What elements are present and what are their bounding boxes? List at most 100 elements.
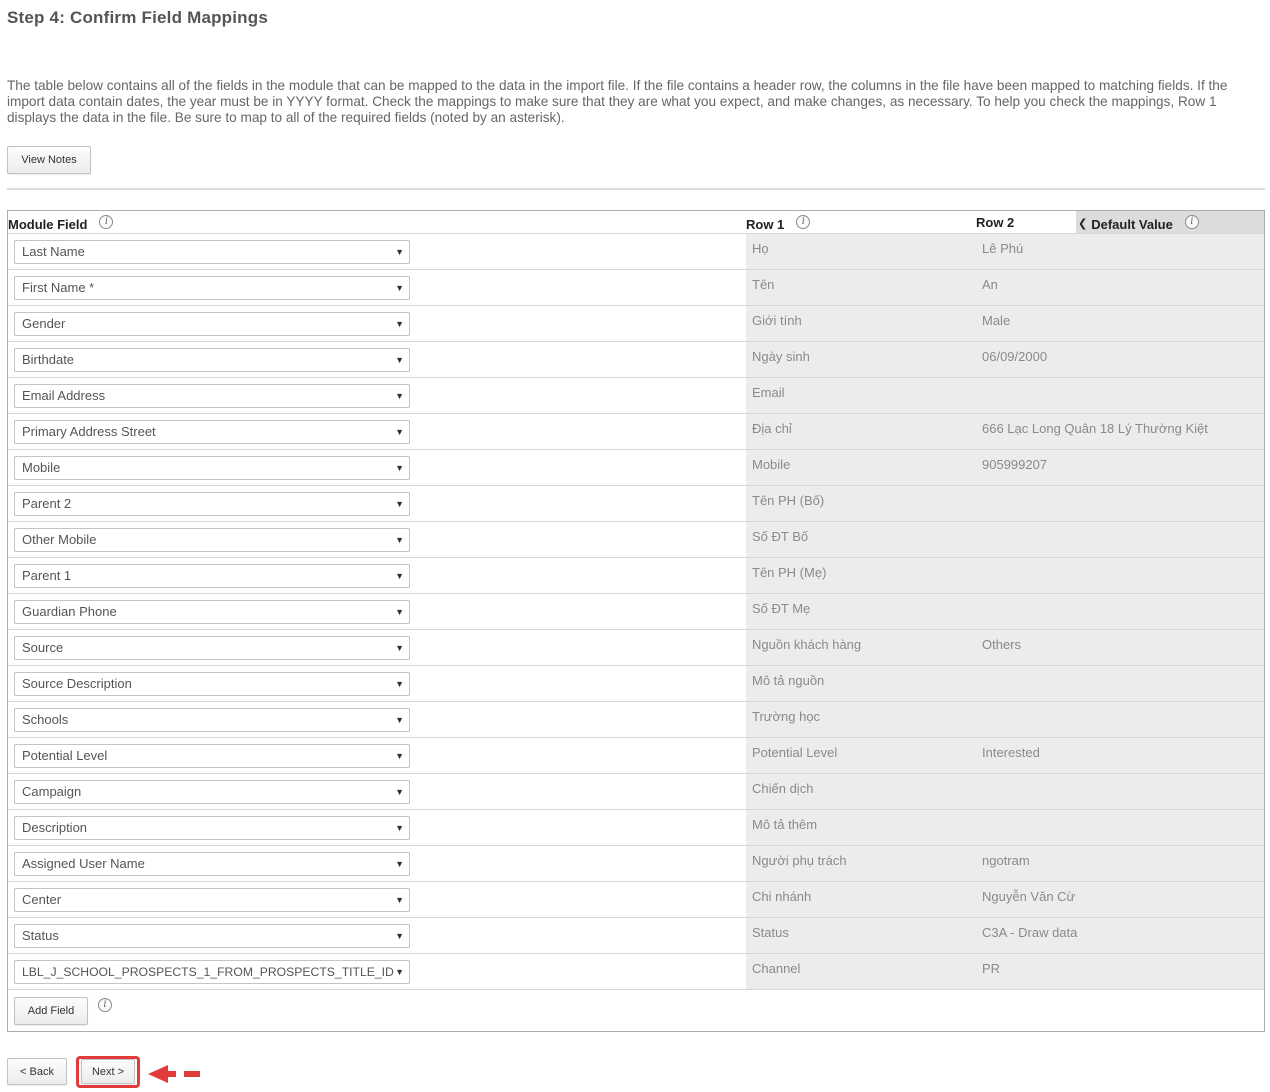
field-select[interactable]: Potential Level ▼: [14, 744, 410, 768]
dropdown-arrow-icon: ▼: [395, 283, 404, 293]
field-select[interactable]: Parent 2 ▼: [14, 492, 410, 516]
table-row: Birthdate ▼ Ngày sinh 06/09/2000: [8, 341, 1264, 377]
row2-cell: Lê Phú: [982, 241, 1024, 256]
field-select[interactable]: Guardian Phone ▼: [14, 600, 410, 624]
row1-cell: Số ĐT Mẹ: [752, 601, 811, 616]
row1-cell: Mobile: [752, 457, 791, 472]
info-icon[interactable]: i: [98, 998, 112, 1012]
field-select[interactable]: Center ▼: [14, 888, 410, 912]
dropdown-arrow-icon: ▼: [395, 427, 404, 437]
field-select[interactable]: Description ▼: [14, 816, 410, 840]
header-row1: Row 1 i: [746, 211, 811, 233]
field-select[interactable]: Other Mobile ▼: [14, 528, 410, 552]
field-select[interactable]: Gender ▼: [14, 312, 410, 336]
table-row: Source ▼ Nguồn khách hàng Others: [8, 629, 1264, 665]
dropdown-arrow-icon: ▼: [395, 823, 404, 833]
dropdown-arrow-icon: ▼: [395, 643, 404, 653]
table-row: Assigned User Name ▼ Người phụ trách ngot…: [8, 845, 1264, 881]
field-select-value: Parent 2: [22, 496, 72, 511]
field-select[interactable]: Last Name ▼: [14, 240, 410, 264]
chevron-left-icon[interactable]: ❮: [1078, 217, 1087, 230]
field-select-value: Potential Level: [22, 748, 108, 763]
table-row: LBL_J_SCHOOL_PROSPECTS_1_FROM_PROSPECTS_…: [8, 953, 1264, 989]
field-select[interactable]: Email Address ▼: [14, 384, 410, 408]
header-default-value[interactable]: ❮ Default Value i: [1076, 211, 1264, 233]
row2-cell: Male: [982, 313, 1011, 328]
field-select-value: Status: [22, 928, 59, 943]
back-label: < Back: [20, 1065, 54, 1078]
header-row1-label: Row 1: [746, 217, 785, 232]
row1-cell: Họ: [752, 241, 769, 256]
header-row2-label: Row 2: [976, 215, 1015, 230]
row1-cell: Mô tả nguồn: [752, 673, 825, 688]
add-field-button[interactable]: Add Field: [14, 997, 88, 1025]
row2-cell: 905999207: [982, 457, 1048, 472]
back-button[interactable]: < Back: [7, 1058, 67, 1085]
header-module-field: Module Field i: [8, 211, 114, 233]
field-select-value: Last Name: [22, 244, 85, 259]
table-row: First Name * ▼ Tên An: [8, 269, 1264, 305]
row1-cell: Tên PH (Mẹ): [752, 565, 827, 580]
row1-cell: Ngày sinh: [752, 349, 810, 364]
field-select-value: Gender: [22, 316, 66, 331]
row1-cell: Tên PH (Bố): [752, 493, 825, 508]
field-select[interactable]: Source ▼: [14, 636, 410, 660]
field-select[interactable]: Primary Address Street ▼: [14, 420, 410, 444]
row1-cell: Số ĐT Bố: [752, 529, 809, 544]
row1-cell: Chi nhánh: [752, 889, 812, 904]
field-select[interactable]: Schools ▼: [14, 708, 410, 732]
field-select-value: Parent 1: [22, 568, 72, 583]
row1-cell: Người phụ trách: [752, 853, 847, 868]
field-select-value: Mobile: [22, 460, 61, 475]
dropdown-arrow-icon: ▼: [395, 247, 404, 257]
row1-cell: Status: [752, 925, 789, 940]
field-select-value: Source: [22, 640, 64, 655]
row2-cell: PR: [982, 961, 1001, 976]
field-select[interactable]: LBL_J_SCHOOL_PROSPECTS_1_FROM_PROSPECTS_…: [14, 960, 410, 984]
header-default-value-label: Default Value: [1091, 217, 1173, 232]
row2-cell: ngotram: [982, 853, 1030, 868]
table-row: Mobile ▼ Mobile 905999207: [8, 449, 1264, 485]
field-select[interactable]: First Name * ▼: [14, 276, 410, 300]
info-icon[interactable]: i: [1184, 215, 1199, 229]
field-select[interactable]: Status ▼: [14, 924, 410, 948]
header-row2: Row 2: [976, 211, 1014, 233]
row2-cell: Interested: [982, 745, 1040, 760]
dropdown-arrow-icon: ▼: [395, 787, 404, 797]
view-notes-button[interactable]: View Notes: [7, 146, 91, 174]
field-select-value: Primary Address Street: [22, 424, 156, 439]
table-row: Center ▼ Chi nhánh Nguyễn Văn Cừ: [8, 881, 1264, 917]
field-select[interactable]: Source Description ▼: [14, 672, 410, 696]
field-select-value: Other Mobile: [22, 532, 97, 547]
field-select[interactable]: Mobile ▼: [14, 456, 410, 480]
field-select-value: Email Address: [22, 388, 106, 403]
dropdown-arrow-icon: ▼: [395, 463, 404, 473]
table-row: Potential Level ▼ Potential Level Interes…: [8, 737, 1264, 773]
table-row: Other Mobile ▼ Số ĐT Bố: [8, 521, 1264, 557]
row2-cell: 06/09/2000: [982, 349, 1048, 364]
table-row: Campaign ▼ Chiến dịch: [8, 773, 1264, 809]
dropdown-arrow-icon: ▼: [395, 607, 404, 617]
table-row: Primary Address Street ▼ Địa chỉ 666 Lạc …: [8, 413, 1264, 449]
field-select[interactable]: Birthdate ▼: [14, 348, 410, 372]
next-button-highlight: [76, 1056, 140, 1088]
row1-cell: Địa chỉ: [752, 421, 792, 436]
info-icon[interactable]: i: [99, 215, 114, 229]
field-select[interactable]: Parent 1 ▼: [14, 564, 410, 588]
field-select[interactable]: Campaign ▼: [14, 780, 410, 804]
row1-cell: Trường học: [752, 709, 821, 724]
row1-cell: Giới tính: [752, 313, 802, 328]
table-row: Description ▼ Mô tả thêm: [8, 809, 1264, 845]
field-select-value: Schools: [22, 712, 69, 727]
dropdown-arrow-icon: ▼: [395, 571, 404, 581]
row1-cell: Email: [752, 385, 785, 400]
row1-cell: Mô tả thêm: [752, 817, 818, 832]
dropdown-arrow-icon: ▼: [395, 859, 404, 869]
view-notes-label: View Notes: [21, 154, 77, 166]
info-icon[interactable]: i: [796, 215, 811, 229]
field-select-value: Source Description: [22, 676, 132, 691]
row2-cell: Others: [982, 637, 1022, 652]
add-field-label: Add Field: [27, 1005, 75, 1017]
row2-cell: Nguyễn Văn Cừ: [982, 889, 1076, 904]
field-select[interactable]: Assigned User Name ▼: [14, 852, 410, 876]
